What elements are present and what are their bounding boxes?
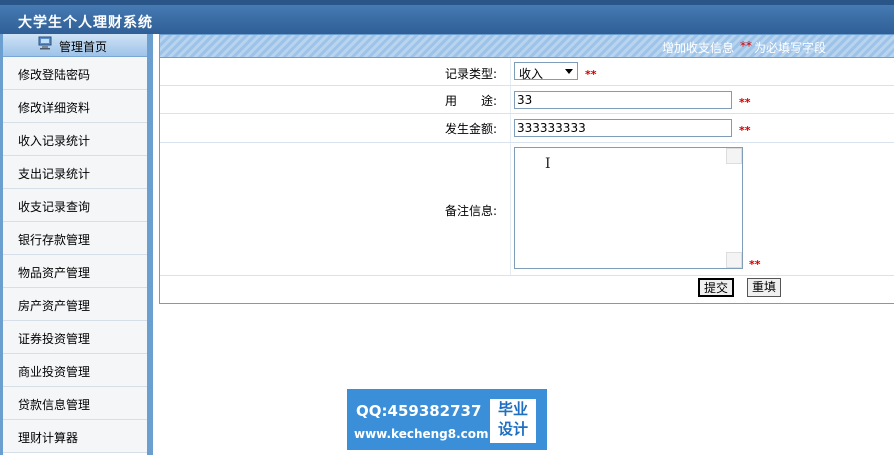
sidebar-item-label: 收入记录统计 — [18, 134, 91, 148]
required-mark: ** — [740, 39, 752, 53]
watermark-qq: QQ:459382737 — [356, 402, 482, 420]
sidebar-item-label: 商业投资管理 — [18, 365, 91, 379]
row-divider — [510, 58, 511, 85]
note-textarea[interactable]: I — [514, 147, 743, 269]
amount-input[interactable]: 333333333 — [514, 119, 732, 137]
sidebar-item-label: 房产资产管理 — [18, 299, 91, 313]
sidebar-item-goods-assets[interactable]: 物品资产管理 — [3, 255, 147, 288]
form-title-bar: 增加收支信息 ** 为必填写字段 — [160, 35, 894, 58]
required-mark: ** — [749, 258, 761, 271]
sidebar-item-label: 银行存款管理 — [18, 233, 91, 247]
header: 大学生个人理财系统 — [0, 0, 894, 34]
sidebar-item-property-assets[interactable]: 房产资产管理 — [3, 288, 147, 321]
sidebar-item-label: 证券投资管理 — [18, 332, 91, 346]
sidebar: 管理首页 修改登陆密码 修改详细资料 收入记录统计 支出记录统计 收支记录查询 … — [0, 34, 153, 455]
row-divider — [510, 86, 511, 113]
purpose-input[interactable]: 33 — [514, 91, 732, 109]
badge-line1: 毕业 — [497, 400, 528, 418]
record-type-select[interactable]: 收入 — [514, 62, 578, 81]
form-panel: 增加收支信息 ** 为必填写字段 记录类型: 收入 ** 用 途: 33 ** … — [159, 34, 894, 304]
sidebar-item-income-stats[interactable]: 收入记录统计 — [3, 123, 147, 156]
required-mark: ** — [739, 124, 751, 137]
sidebar-item-label: 修改详细资料 — [18, 101, 91, 115]
watermark-badge: 毕业 设计 — [490, 399, 536, 443]
top-strip — [0, 0, 894, 5]
submit-button[interactable]: 提交 — [698, 278, 735, 297]
watermark-banner: QQ:459382737 www.kecheng8.com 毕业 设计 — [347, 389, 547, 450]
scrollbar-down[interactable] — [726, 252, 742, 268]
sidebar-item-bank-deposits[interactable]: 银行存款管理 — [3, 222, 147, 255]
scrollbar-up[interactable] — [726, 148, 742, 164]
required-note: 为必填写字段 — [754, 41, 827, 55]
sidebar-item-calculator[interactable]: 理财计算器 — [3, 420, 147, 453]
badge-line2: 设计 — [497, 420, 528, 438]
chevron-down-icon — [565, 69, 573, 74]
sidebar-item-loans[interactable]: 贷款信息管理 — [3, 387, 147, 420]
watermark-url: www.kecheng8.com — [354, 427, 489, 441]
sidebar-item-edit-profile[interactable]: 修改详细资料 — [3, 90, 147, 123]
row-actions: 提交 重填 — [160, 276, 894, 302]
sidebar-item-securities[interactable]: 证券投资管理 — [3, 321, 147, 354]
sidebar-item-expense-stats[interactable]: 支出记录统计 — [3, 156, 147, 189]
sidebar-item-label: 支出记录统计 — [18, 167, 91, 181]
record-type-value: 收入 — [519, 67, 544, 81]
sidebar-menu: 修改登陆密码 修改详细资料 收入记录统计 支出记录统计 收支记录查询 银行存款管… — [3, 57, 147, 453]
row-divider — [510, 114, 511, 142]
computer-icon — [38, 36, 52, 50]
sidebar-item-label: 理财计算器 — [18, 431, 79, 445]
form-title: 增加收支信息 — [662, 41, 735, 55]
row-record-type: 记录类型: 收入 ** — [160, 58, 894, 86]
row-note: 备注信息: I ** — [160, 143, 894, 276]
sidebar-item-label: 物品资产管理 — [18, 266, 91, 280]
amount-label: 发生金额: — [445, 122, 498, 136]
text-cursor-icon: I — [545, 156, 551, 172]
sidebar-item-business-investment[interactable]: 商业投资管理 — [3, 354, 147, 387]
reset-button[interactable]: 重填 — [747, 278, 782, 297]
sidebar-item-record-query[interactable]: 收支记录查询 — [3, 189, 147, 222]
purpose-label: 用 途: — [445, 94, 498, 108]
sidebar-panel: 管理首页 修改登陆密码 修改详细资料 收入记录统计 支出记录统计 收支记录查询 … — [3, 34, 147, 455]
required-mark: ** — [739, 96, 751, 109]
sidebar-item-label: 收支记录查询 — [18, 200, 91, 214]
sidebar-item-change-password[interactable]: 修改登陆密码 — [3, 57, 147, 90]
sidebar-home-label: 管理首页 — [59, 40, 108, 54]
row-purpose: 用 途: 33 ** — [160, 86, 894, 114]
sidebar-home[interactable]: 管理首页 — [3, 34, 147, 57]
sidebar-item-label: 贷款信息管理 — [18, 398, 91, 412]
app-title: 大学生个人理财系统 — [18, 15, 153, 31]
note-label: 备注信息: — [445, 204, 498, 218]
row-divider — [510, 143, 511, 275]
record-type-label: 记录类型: — [445, 67, 498, 81]
required-mark: ** — [585, 68, 597, 81]
sidebar-item-label: 修改登陆密码 — [18, 68, 91, 82]
row-amount: 发生金额: 333333333 ** — [160, 114, 894, 143]
